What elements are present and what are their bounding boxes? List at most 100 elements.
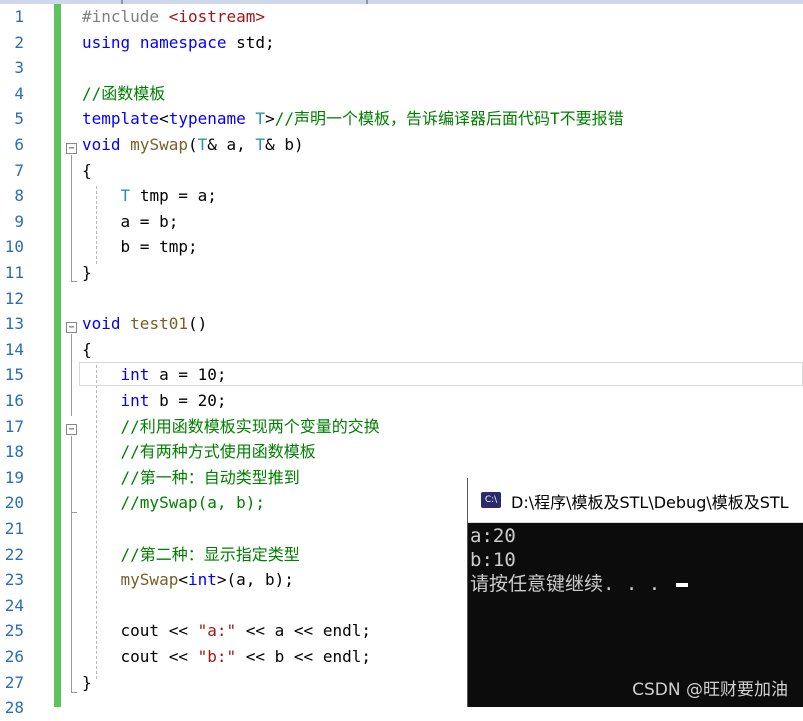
line-number: 23 (4, 570, 24, 590)
code-line[interactable]: 6 void mySwap(T& a, T& b) (0, 132, 803, 158)
code-token: { (82, 160, 92, 180)
code-text[interactable]: mySwap<int>(a, b); (82, 567, 294, 593)
code-token: T (255, 109, 266, 129)
line-number: 11 (4, 263, 24, 282)
code-text[interactable]: using namespace std; (82, 30, 275, 56)
code-line[interactable]: 12 (0, 286, 803, 312)
code-text[interactable]: //mySwap(a, b); (82, 490, 266, 516)
code-token: //第二种：显示指定类型 (120, 544, 300, 564)
code-token: //有两种方式使用函数模板 (120, 442, 316, 462)
line-number: 15 (4, 365, 24, 385)
console-cursor (675, 582, 688, 587)
code-token: , (236, 135, 256, 154)
code-text[interactable]: //第一种：自动类型推到 (82, 465, 300, 491)
line-number: 19 (4, 467, 24, 487)
code-token: ( (187, 135, 198, 154)
code-text[interactable]: //函数模板 (82, 81, 165, 107)
code-text[interactable]: template<typename T>//声明一个模板，告诉编译器后面代码T不… (82, 106, 624, 132)
code-line[interactable]: 10 b = tmp; (0, 234, 803, 260)
code-line[interactable]: 7{ (0, 158, 803, 184)
console-app-icon: C:\ (481, 492, 501, 508)
line-number: 9 (14, 211, 24, 231)
code-line[interactable]: 14 { (0, 337, 803, 363)
console-output-line: b:10 (470, 549, 516, 571)
code-text[interactable]: cout << "a:" << a << endl; (82, 618, 371, 644)
code-text[interactable]: { (82, 337, 92, 363)
code-token: () (187, 314, 208, 334)
code-token: //利用函数模板实现两个变量的交换 (120, 416, 380, 436)
code-line[interactable]: 11} (0, 260, 803, 286)
code-text[interactable]: #include <iostream> (82, 4, 265, 30)
code-line[interactable]: 3 (0, 55, 803, 81)
code-line[interactable]: 13 void test01() (0, 311, 803, 337)
code-token: std; (226, 32, 275, 52)
code-text[interactable]: } (82, 670, 92, 696)
code-line[interactable]: 17 //利用函数模板实现两个变量的交换 (0, 414, 803, 440)
code-token: = (130, 237, 160, 257)
line-number: 20 (4, 493, 24, 513)
code-text[interactable]: b = tmp; (82, 234, 198, 260)
line-number: 13 (4, 314, 24, 334)
code-text[interactable]: T tmp = a; (82, 183, 217, 209)
code-token: cout << (82, 621, 198, 641)
code-token: } (82, 263, 92, 282)
line-number: 14 (4, 339, 24, 359)
console-window[interactable]: C:\ D:\程序\模板及STL\Debug\模板及STL a:20 b:10 … (467, 478, 803, 707)
code-token: >(a, b); (216, 570, 294, 590)
fold-guide-end (71, 281, 77, 282)
code-token: ) (293, 135, 304, 154)
line-number: 10 (4, 237, 24, 257)
code-line[interactable]: 8 T tmp = a; (0, 183, 803, 209)
fold-guide-line (71, 155, 72, 281)
code-token: mySwap (130, 135, 188, 154)
code-token: mySwap (120, 570, 179, 590)
code-token: tmp (139, 186, 169, 206)
code-token: using (82, 32, 131, 52)
code-line[interactable]: 18 //有两种方式使用函数模板 (0, 439, 803, 465)
code-line[interactable]: 9 a = b; (0, 209, 803, 235)
code-text[interactable]: { (82, 158, 92, 184)
code-token: int (120, 391, 150, 410)
code-text[interactable]: void test01() (82, 311, 207, 337)
code-line[interactable]: 2 using namespace std; (0, 30, 803, 56)
fold-toggle-comments-icon[interactable]: − (66, 424, 77, 435)
code-line[interactable]: 1 #include <iostream> (0, 4, 803, 30)
code-text[interactable]: //第二种：显示指定类型 (82, 542, 300, 568)
code-line[interactable]: 5 template<typename T>//声明一个模板，告诉编译器后面代码T… (0, 106, 803, 132)
code-token: b (159, 211, 169, 231)
fold-toggle-mySwap-icon[interactable]: − (66, 143, 77, 154)
code-line[interactable]: 4 //函数模板 (0, 81, 803, 107)
code-text[interactable]: //有两种方式使用函数模板 (82, 439, 316, 465)
line-number: 3 (14, 58, 24, 78)
console-title-bar[interactable]: C:\ D:\程序\模板及STL\Debug\模板及STL (468, 478, 803, 523)
code-token: void (82, 314, 121, 334)
code-token: b = 20; (149, 391, 227, 410)
code-text[interactable]: void mySwap(T& a, T& b) (82, 132, 304, 158)
fold-guide-line (71, 436, 72, 512)
code-line[interactable]: 16 int b = 20; (0, 388, 803, 414)
code-text[interactable]: //利用函数模板实现两个变量的交换 (82, 414, 380, 440)
line-number: 28 (4, 698, 24, 718)
code-token: cout << (82, 647, 198, 666)
code-text[interactable]: cout << "b:" << b << endl; (82, 644, 371, 670)
line-number: 21 (4, 519, 24, 538)
code-token: a (120, 211, 131, 231)
line-number: 18 (4, 442, 24, 462)
code-text[interactable]: int b = 20; (82, 388, 227, 414)
fold-toggle-test01-icon[interactable]: − (66, 322, 77, 333)
watermark: CSDN @旺财要加油 (632, 680, 788, 700)
line-number: 16 (4, 391, 24, 410)
line-number: 26 (4, 647, 24, 666)
code-token: T (120, 186, 131, 206)
code-token: namespace (139, 32, 227, 52)
line-number: 24 (4, 595, 24, 615)
code-token: //第一种：自动类型推到 (120, 467, 300, 487)
code-text[interactable]: } (82, 260, 92, 286)
